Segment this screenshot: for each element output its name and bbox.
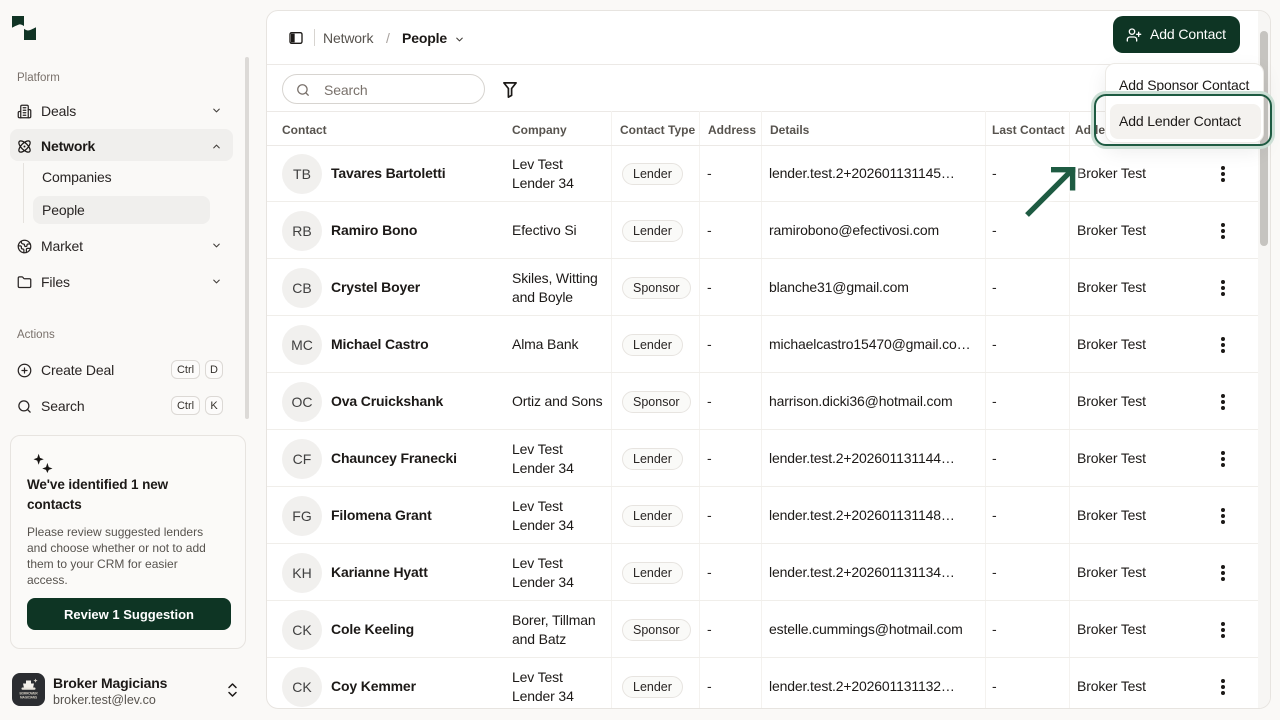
svg-text:MAGICIANS: MAGICIANS <box>20 695 37 699</box>
